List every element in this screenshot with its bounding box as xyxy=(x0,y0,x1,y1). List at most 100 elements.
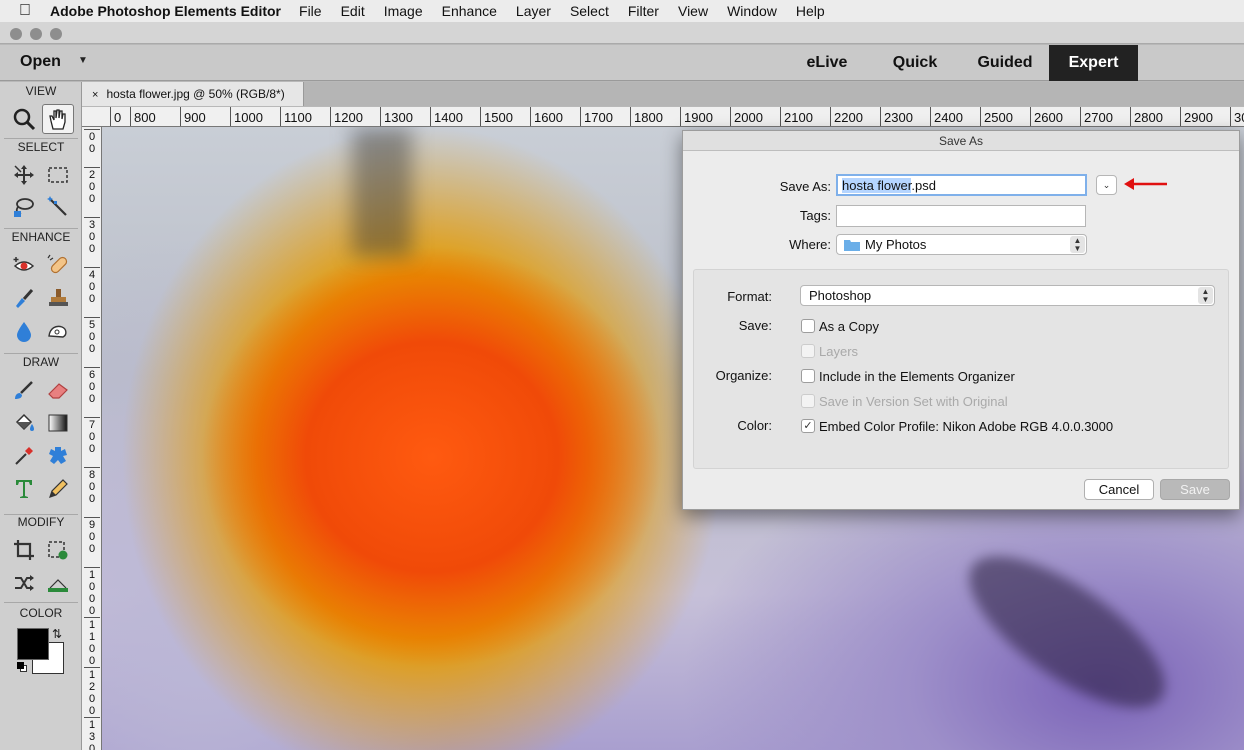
where-popup[interactable]: My Photos ▲ ▼ xyxy=(836,234,1087,255)
filename-extension-text: .psd xyxy=(911,178,936,193)
menu-help[interactable]: Help xyxy=(796,3,825,19)
section-color-label: COLOR xyxy=(19,606,63,620)
ruler-label: 2900 xyxy=(1180,107,1213,126)
straighten-tool-icon[interactable] xyxy=(42,568,74,598)
ruler-label: 7 0 0 xyxy=(84,417,100,455)
layers-label: Layers xyxy=(819,344,859,359)
menu-edit[interactable]: Edit xyxy=(341,3,365,19)
menu-select[interactable]: Select xyxy=(570,3,609,19)
menu-view[interactable]: View xyxy=(678,3,708,19)
ruler-label: 2800 xyxy=(1130,107,1163,126)
menu-layer[interactable]: Layer xyxy=(516,3,551,19)
format-popup[interactable]: Photoshop ▲ ▼ xyxy=(800,285,1215,306)
clone-stamp-icon[interactable] xyxy=(42,283,74,313)
ruler-label: 800 xyxy=(130,107,156,126)
filename-input[interactable]: hosta flower.psd xyxy=(836,174,1087,196)
version-set-label: Save in Version Set with Original xyxy=(819,394,1008,409)
close-window-button[interactable] xyxy=(10,28,22,40)
include-organizer-label: Include in the Elements Organizer xyxy=(819,369,1015,384)
pencil-tool-icon[interactable] xyxy=(42,474,74,504)
ruler-label: 1900 xyxy=(680,107,713,126)
eyedropper-tool-icon[interactable] xyxy=(8,441,40,471)
mode-bar: Open ▼ eLive Quick Guided Expert xyxy=(0,45,1244,81)
cancel-button[interactable]: Cancel xyxy=(1084,479,1154,500)
ruler-label: 1600 xyxy=(530,107,563,126)
type-tool-icon[interactable] xyxy=(8,474,40,504)
document-tab[interactable]: × hosta flower.jpg @ 50% (RGB/8*) xyxy=(82,82,304,106)
save-as-dialog: Save As Save As: hosta flower.psd ⌄ Tags… xyxy=(682,130,1240,510)
minimize-window-button[interactable] xyxy=(30,28,42,40)
section-view-label: VIEW xyxy=(25,84,57,98)
blur-tool-icon[interactable] xyxy=(8,316,40,346)
menu-window[interactable]: Window xyxy=(727,3,777,19)
rectangular-marquee-icon[interactable] xyxy=(42,160,74,190)
image-shadow-region xyxy=(352,127,412,257)
foreground-color-swatch[interactable] xyxy=(17,628,49,660)
zoom-window-button[interactable] xyxy=(50,28,62,40)
ruler-label: 2400 xyxy=(930,107,963,126)
tool-panel: VIEW SELECT ENHANCE DRAW MODIFY COLOR ⇅ xyxy=(0,82,82,750)
embed-profile-checkbox[interactable]: ✓ xyxy=(801,419,815,433)
lasso-tool-icon[interactable] xyxy=(8,192,40,222)
save-as-label: Save As: xyxy=(779,179,831,194)
ruler-label: 6 0 0 xyxy=(84,367,100,405)
section-select-label: SELECT xyxy=(17,140,65,154)
ruler-label: 1000 xyxy=(230,107,263,126)
mode-expert[interactable]: Expert xyxy=(1049,45,1138,81)
eraser-tool-icon[interactable] xyxy=(42,375,74,405)
ruler-label: 8 0 0 xyxy=(84,467,100,505)
open-dropdown-caret-icon[interactable]: ▼ xyxy=(78,55,88,66)
gradient-tool-icon[interactable] xyxy=(42,408,74,438)
apple-icon[interactable]:  xyxy=(0,2,50,20)
magic-wand-icon[interactable] xyxy=(42,192,74,222)
brush-tool-icon[interactable] xyxy=(8,375,40,405)
crop-tool-icon[interactable] xyxy=(8,535,40,565)
mode-quick[interactable]: Quick xyxy=(882,45,948,81)
save-button[interactable]: Save xyxy=(1160,479,1230,500)
tool-divider xyxy=(4,353,78,354)
macos-menu-bar:  Adobe Photoshop Elements Editor File E… xyxy=(0,0,1244,22)
ruler-label: 1 2 0 0 xyxy=(84,667,100,717)
ruler-label: 5 0 0 xyxy=(84,317,100,355)
mode-elive[interactable]: eLive xyxy=(792,45,862,81)
ruler-label: 1100 xyxy=(280,107,312,126)
ruler-label: 1200 xyxy=(330,107,363,126)
menu-enhance[interactable]: Enhance xyxy=(442,3,497,19)
open-button[interactable]: Open xyxy=(20,53,61,71)
save-options-label: Save: xyxy=(738,318,772,333)
spot-healing-brush-icon[interactable] xyxy=(42,250,74,280)
menu-image[interactable]: Image xyxy=(384,3,423,19)
tags-input[interactable] xyxy=(836,205,1086,227)
include-organizer-checkbox[interactable] xyxy=(801,369,815,383)
red-eye-tool-icon[interactable] xyxy=(8,250,40,280)
embed-profile-label: Embed Color Profile: Nikon Adobe RGB 4.0… xyxy=(819,419,1114,434)
expand-dialog-chevron-icon[interactable]: ⌄ xyxy=(1096,175,1117,195)
ruler-label: 1500 xyxy=(480,107,513,126)
paint-bucket-icon[interactable] xyxy=(8,408,40,438)
mode-guided[interactable]: Guided xyxy=(966,45,1044,81)
section-draw-label: DRAW xyxy=(22,355,60,369)
ruler-label: 0 xyxy=(110,107,121,126)
version-set-checkbox[interactable] xyxy=(801,394,815,408)
app-name-menu[interactable]: Adobe Photoshop Elements Editor xyxy=(50,3,281,19)
recompose-tool-icon[interactable] xyxy=(42,535,74,565)
smart-brush-icon[interactable] xyxy=(8,283,40,313)
as-a-copy-label: As a Copy xyxy=(819,319,879,334)
move-tool-icon[interactable] xyxy=(8,160,40,190)
swap-colors-icon[interactable]: ⇅ xyxy=(52,627,62,641)
organize-label: Organize: xyxy=(715,368,772,383)
as-a-copy-checkbox[interactable] xyxy=(801,319,815,333)
close-tab-icon[interactable]: × xyxy=(92,89,98,101)
custom-shape-icon[interactable] xyxy=(42,441,74,471)
default-colors-icon[interactable] xyxy=(17,662,27,672)
layers-checkbox[interactable] xyxy=(801,344,815,358)
zoom-tool-icon[interactable] xyxy=(8,104,40,134)
content-aware-move-icon[interactable] xyxy=(8,568,40,598)
sponge-tool-icon[interactable] xyxy=(42,316,74,346)
hand-tool-icon[interactable] xyxy=(42,104,74,134)
menu-file[interactable]: File xyxy=(299,3,322,19)
menu-filter[interactable]: Filter xyxy=(628,3,659,19)
ruler-label: 1400 xyxy=(430,107,463,126)
tool-divider xyxy=(4,602,78,603)
ruler-label: 30 xyxy=(1230,107,1244,126)
